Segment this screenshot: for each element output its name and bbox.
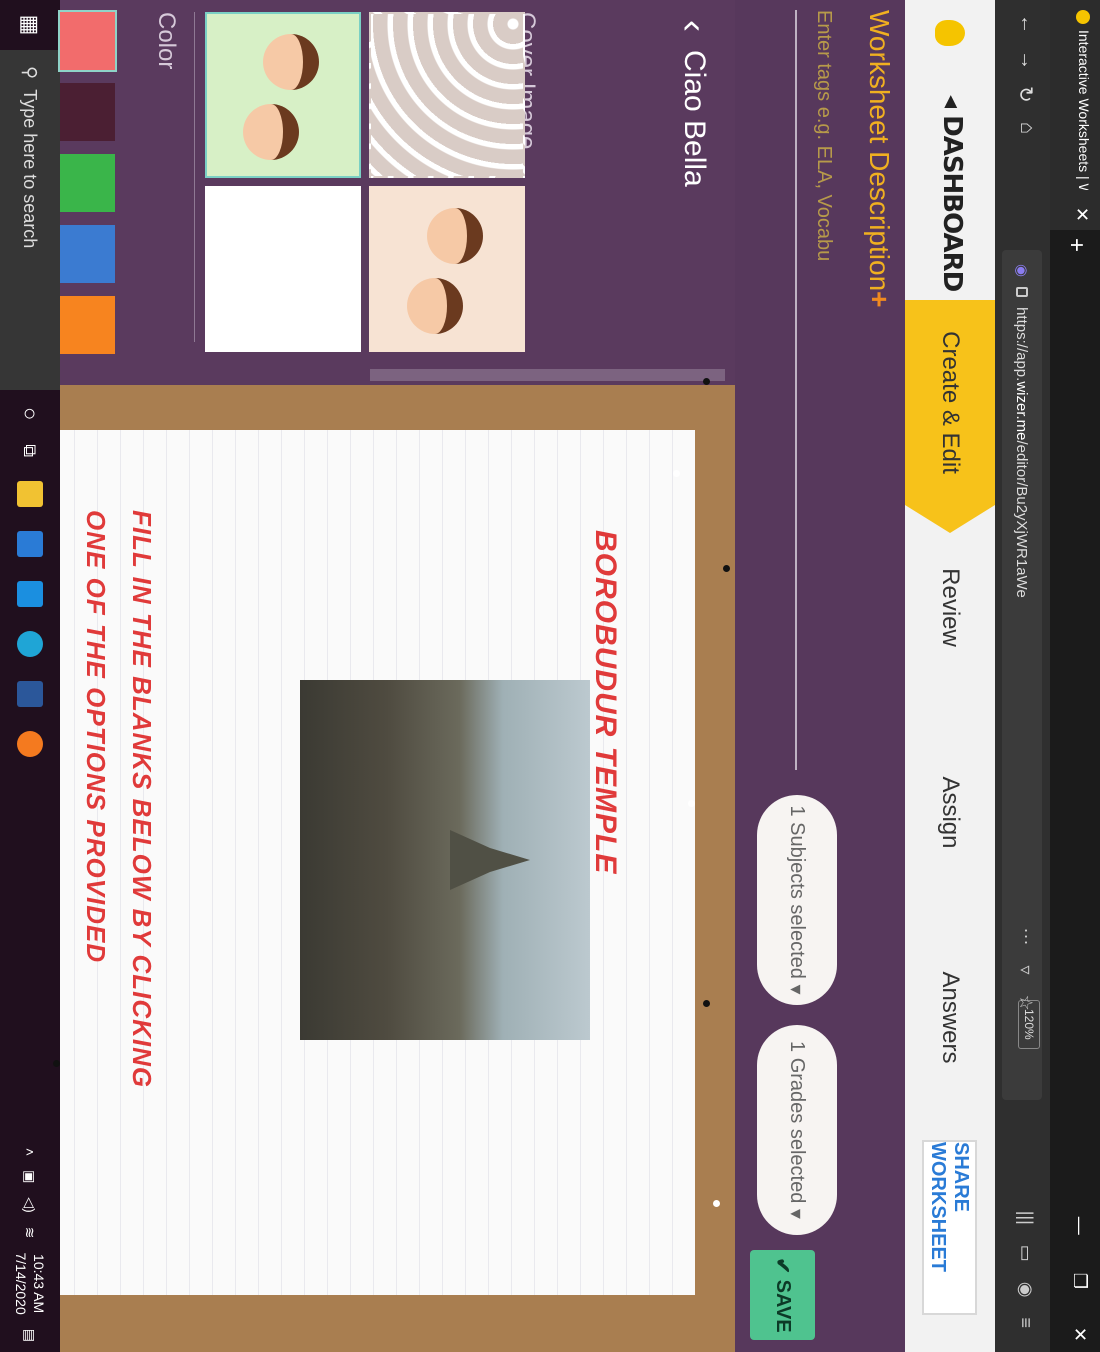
minimize-icon[interactable]: — — [1069, 1217, 1090, 1235]
wifi-icon[interactable]: ≋ — [22, 1227, 39, 1239]
color-swatch[interactable] — [60, 154, 115, 212]
board-pin — [53, 1060, 60, 1067]
tab-create-edit[interactable]: Create & Edit — [905, 300, 995, 505]
edge-icon[interactable] — [17, 631, 43, 658]
scrollbar-thumb[interactable] — [370, 369, 725, 381]
cover-thumb-kids[interactable] — [369, 186, 525, 352]
close-tab-icon[interactable]: ✕ — [1071, 207, 1092, 222]
tags-input[interactable]: Enter tags e.g. ELA, Vocabu — [795, 10, 835, 770]
tab-review[interactable]: Review — [905, 505, 995, 710]
url-text: https://app.wizer.me/editor/Bu2yXjWR1aWe — [1013, 307, 1031, 598]
tab-title: Interactive Worksheets | Wizer. — [1076, 30, 1092, 190]
forward-arrow-icon[interactable]: → — [1015, 50, 1038, 70]
word-icon[interactable] — [17, 681, 43, 708]
cortana-icon[interactable]: ○ — [17, 407, 43, 420]
cartoon-face — [243, 104, 299, 160]
app-screen: Interactive Worksheets | Wizer. ✕ + — ❐ … — [0, 0, 1100, 1352]
windows-taskbar: ▦ ⚲ Type here to search ○ ⧉ ˄ ▣ ◁) ≋ 10:4… — [0, 0, 60, 1352]
app-header: ◂ DASHBOARD Create & Edit Review Assign … — [905, 0, 995, 1352]
cartoon-face — [263, 34, 319, 90]
board-pin — [723, 565, 730, 572]
back-arrow-icon[interactable]: ← — [1015, 14, 1038, 34]
stupa-shape — [450, 830, 530, 890]
chevron-left-icon: ◂ — [937, 95, 967, 116]
panel-title: Ciao Bella — [678, 50, 711, 187]
refresh-icon[interactable]: ↻ — [1013, 86, 1038, 103]
color-swatch[interactable] — [58, 9, 117, 73]
borobudur-photo[interactable] — [300, 680, 590, 1040]
lock-icon — [1016, 287, 1028, 298]
mail-icon[interactable] — [17, 581, 43, 608]
home-icon[interactable]: ⌂ — [1015, 122, 1038, 134]
chevron-left-icon: ‹ — [674, 20, 715, 32]
panel-back-button[interactable]: ‹ Ciao Bella — [673, 20, 715, 187]
taskbar-search[interactable]: ⚲ Type here to search — [0, 50, 60, 390]
new-tab-button[interactable]: + — [1062, 238, 1090, 252]
close-window-icon[interactable]: ✕ — [1069, 1327, 1090, 1342]
search-icon: ⚲ — [20, 66, 41, 80]
board-pin — [673, 470, 680, 477]
network-icon[interactable]: ▣ — [22, 1170, 39, 1183]
taskbar-clock[interactable]: 10:43 AM 7/14/2020 — [12, 1252, 48, 1314]
tab-assign[interactable]: Assign — [905, 710, 995, 915]
restore-icon[interactable]: ❐ — [1069, 1273, 1090, 1289]
wizer-logo-icon[interactable] — [935, 20, 965, 46]
cover-thumb-kids-green[interactable] — [205, 12, 361, 178]
more-icon[interactable]: ⋯ — [1015, 928, 1036, 946]
share-worksheet-button[interactable]: SHARE WORKSHEET — [922, 1140, 977, 1315]
check-icon: ✔ — [771, 1257, 793, 1280]
save-button[interactable]: ✔ SAVE — [750, 1250, 815, 1340]
worksheet-description-bar: Worksheet Description+ Enter tags e.g. E… — [735, 0, 905, 1352]
board-pin — [703, 378, 710, 385]
cartoon-face — [427, 208, 483, 264]
color-swatch[interactable] — [60, 225, 115, 283]
bookmark-star-icon[interactable]: ☆ — [1015, 995, 1036, 1011]
firefox-icon[interactable] — [17, 731, 43, 758]
board-pin — [713, 1200, 720, 1207]
worksheet-title[interactable]: BOROBUDUR TEMPLE — [588, 530, 622, 874]
worksheet-instruction[interactable]: FILL IN THE BLANKS BELOW BY CLICKING ONE… — [73, 510, 165, 1150]
cover-thumb-bunting[interactable] — [369, 12, 525, 178]
system-tray: ˄ ▣ ◁) ≋ 10:43 AM 7/14/2020 ▤ — [0, 1148, 60, 1342]
menu-icon[interactable]: ≡ — [1015, 1317, 1036, 1328]
store-icon[interactable] — [17, 531, 43, 558]
cover-thumb-school-supplies[interactable] — [205, 186, 361, 352]
shield-icon: ◉ — [1013, 264, 1030, 278]
taskbar-apps: ○ ⧉ — [0, 395, 60, 758]
browser-nav-bar: ← → ↻ ⌂ ◉ https://app.wizer.me/editor/Bu… — [995, 0, 1050, 1352]
library-icon[interactable]: ||| — [1015, 1211, 1036, 1225]
dashboard-link[interactable]: ◂ DASHBOARD — [937, 95, 967, 291]
browser-tab-bar: Interactive Worksheets | Wizer. ✕ + — ❐ … — [1050, 0, 1100, 1352]
pocket-icon[interactable]: ▿ — [1015, 966, 1036, 975]
panel-divider — [194, 12, 195, 342]
browser-tab[interactable]: Interactive Worksheets | Wizer. ✕ — [1050, 0, 1100, 230]
grades-dropdown[interactable]: 1 Grades selected ▾ — [757, 1025, 837, 1235]
board-pin — [688, 800, 695, 807]
color-swatch[interactable] — [60, 83, 115, 141]
account-icon[interactable]: ◉ — [1015, 1282, 1036, 1298]
tab-answers[interactable]: Answers — [905, 915, 995, 1120]
cover-image-grid — [205, 12, 525, 352]
file-explorer-icon[interactable] — [17, 481, 43, 508]
board-pin — [703, 1000, 710, 1007]
color-label: Color — [153, 12, 180, 70]
volume-icon[interactable]: ◁) — [22, 1197, 39, 1212]
color-swatch[interactable] — [60, 296, 115, 354]
browser-toolbar-icons: ⋯ ▿ ☆ ||| ▭ ◉ ≡ — [1015, 928, 1036, 1328]
task-view-icon[interactable]: ⧉ — [20, 444, 41, 457]
add-description-icon[interactable]: + — [864, 291, 895, 307]
reader-icon[interactable]: ▭ — [1015, 1245, 1036, 1262]
windows-start-icon[interactable]: ▦ — [0, 0, 60, 50]
color-swatches — [58, 9, 117, 354]
window-controls: — ❐ ✕ — [1069, 1217, 1090, 1342]
panel-scrollbar[interactable] — [0, 365, 735, 385]
description-heading[interactable]: Worksheet Description+ — [863, 10, 895, 308]
notifications-icon[interactable]: ▤ — [22, 1329, 39, 1342]
subjects-dropdown[interactable]: 1 Subjects selected ▾ — [757, 795, 837, 1005]
wizer-favicon-icon — [1076, 10, 1090, 24]
cartoon-face — [407, 278, 463, 334]
tray-chevron-icon[interactable]: ˄ — [22, 1148, 38, 1156]
